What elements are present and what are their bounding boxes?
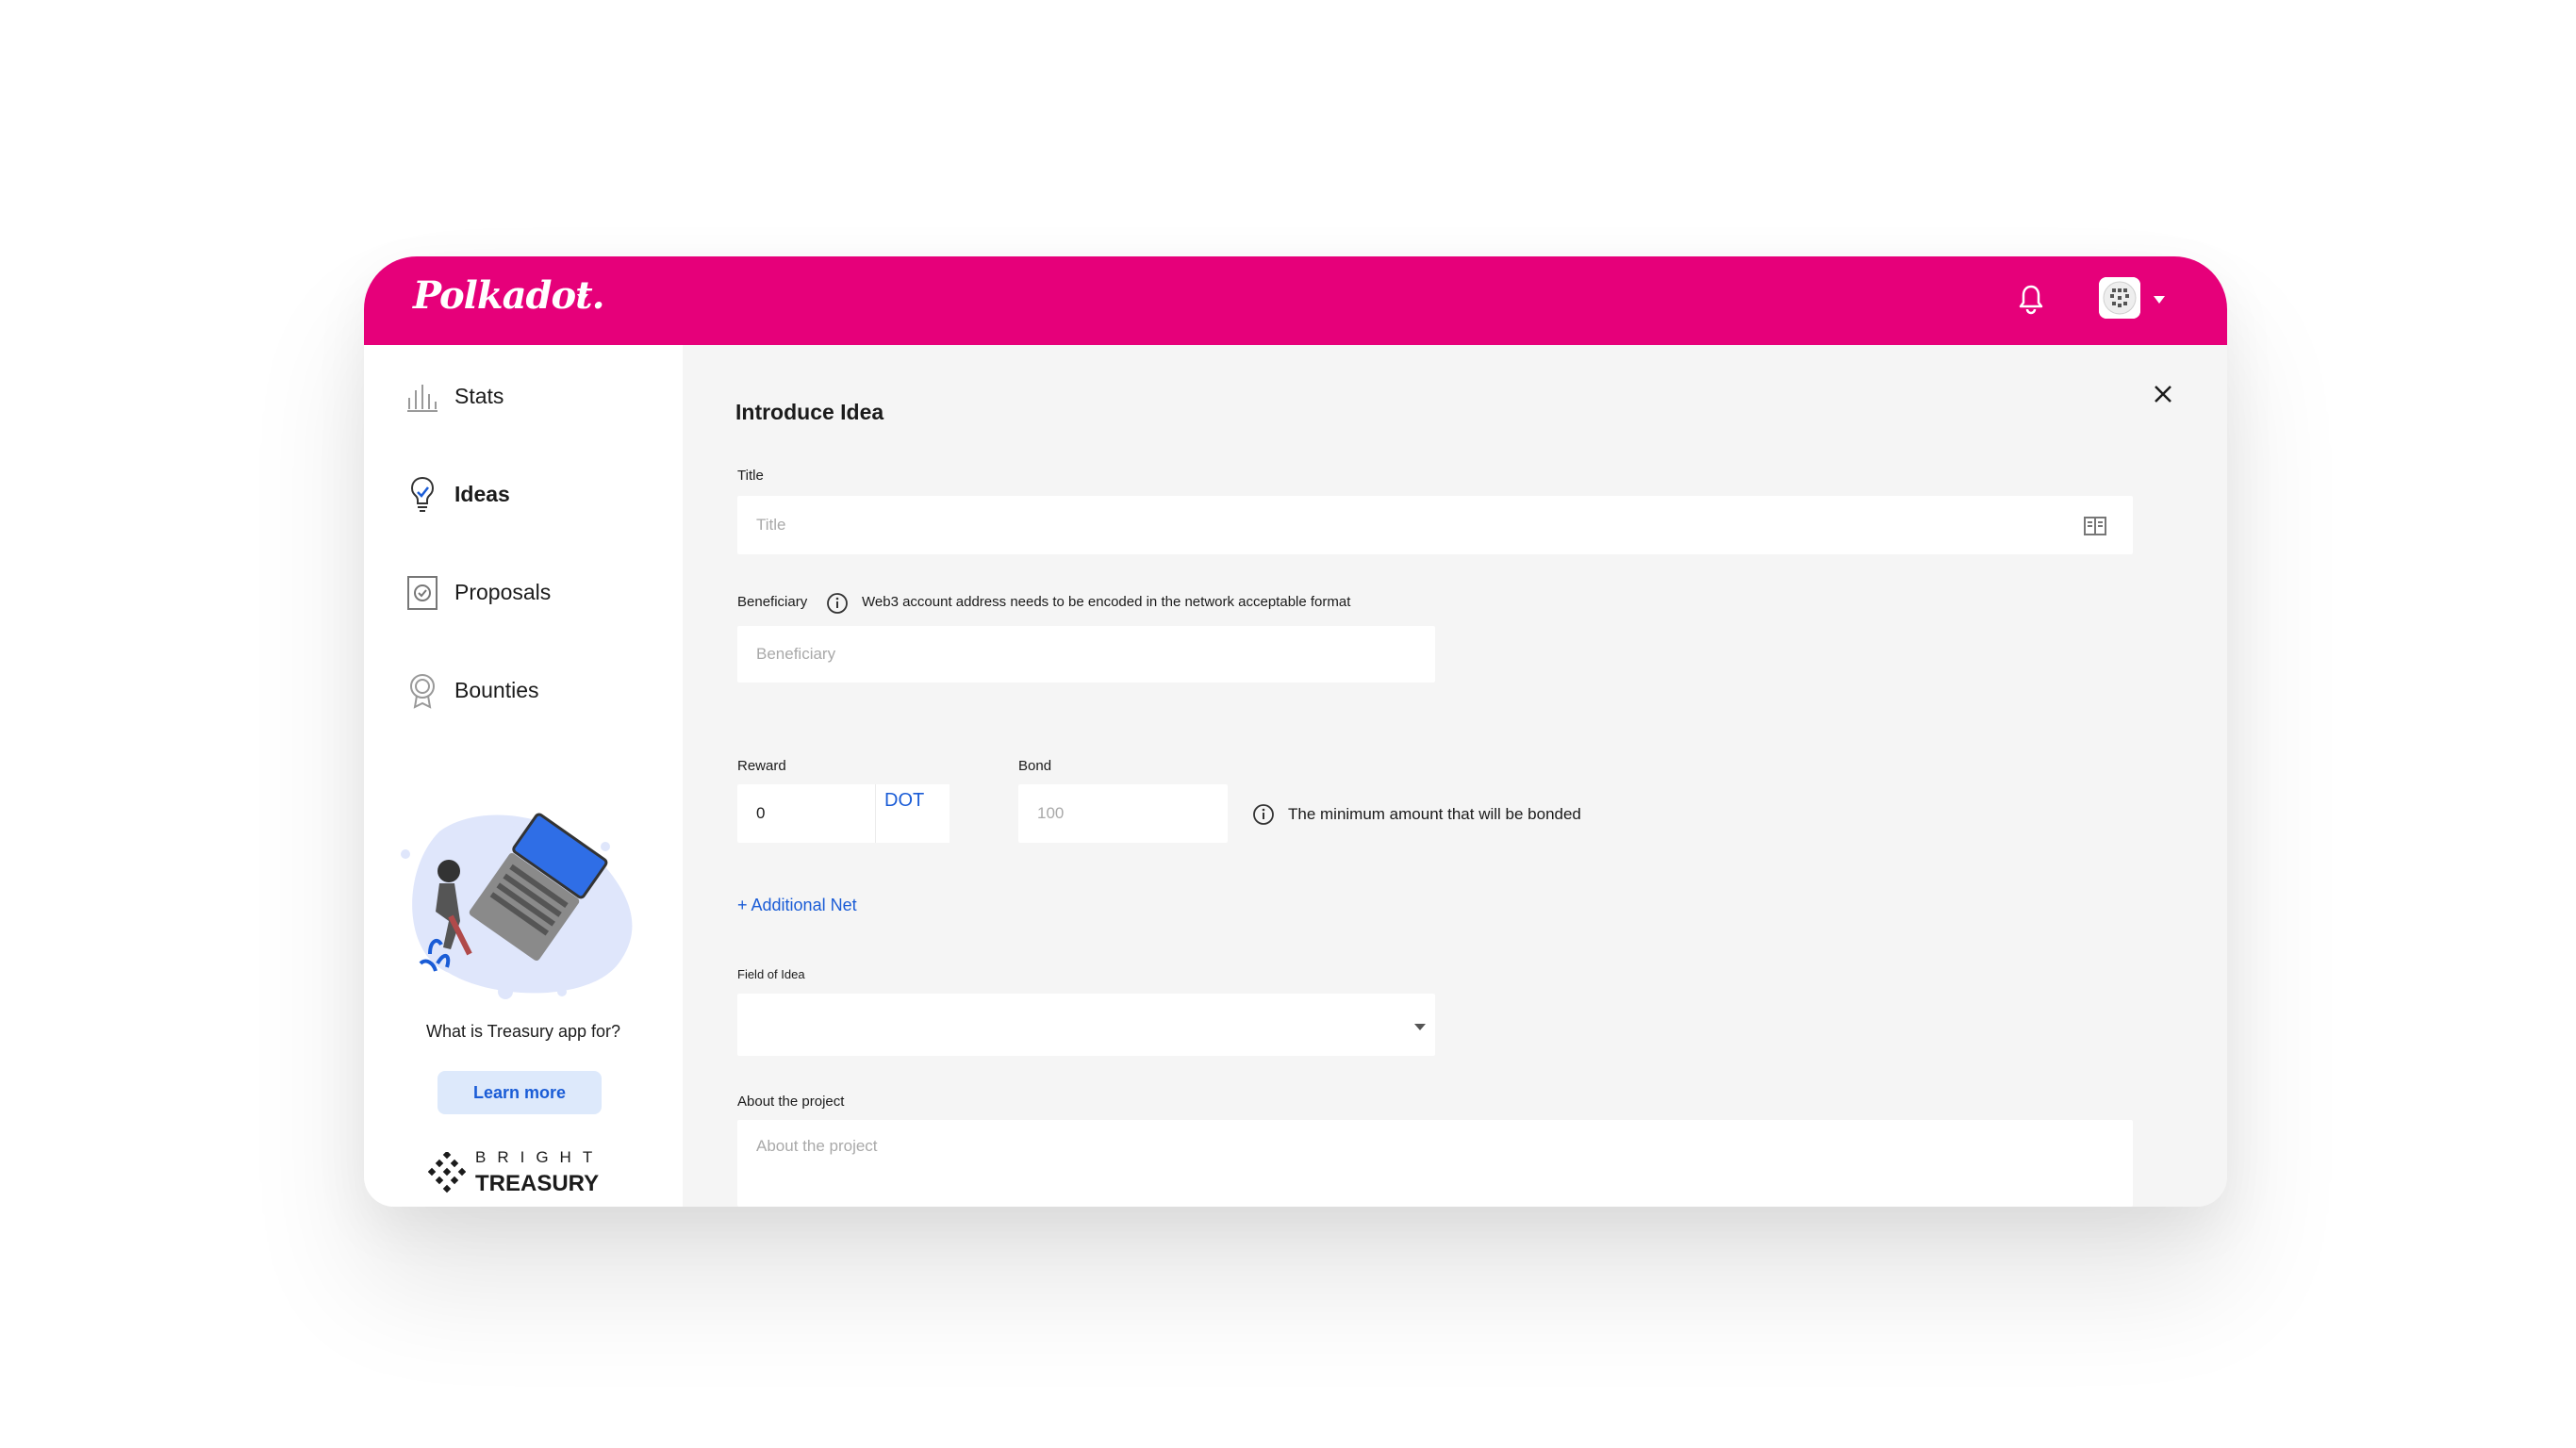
template-icon[interactable]: [2084, 517, 2106, 535]
title-input[interactable]: [737, 496, 2133, 554]
sidebar-item-bounties[interactable]: Bounties: [405, 667, 539, 713]
bell-icon[interactable]: [2016, 283, 2046, 317]
add-net-link[interactable]: + Additional Net: [737, 896, 857, 915]
identicon-avatar[interactable]: [2099, 277, 2140, 319]
reward-unit: DOT: [884, 790, 925, 811]
bar-chart-icon: [407, 385, 438, 412]
about-textarea[interactable]: [737, 1120, 2133, 1207]
sidebar-item-ideas[interactable]: Ideas: [405, 471, 510, 517]
top-bar: Polkadot.: [364, 256, 2227, 345]
field-of-idea-label: Field of Idea: [737, 967, 805, 981]
lightbulb-icon: [410, 476, 435, 512]
page-title: Introduce Idea: [735, 400, 884, 424]
bond-input[interactable]: [1018, 784, 1228, 843]
brand-top-text: BRIGHT: [475, 1148, 604, 1166]
bond-label: Bond: [1018, 758, 1052, 774]
reward-label: Reward: [737, 758, 786, 774]
sidebar-item-label: Proposals: [454, 579, 552, 604]
bond-hint: The minimum amount that will be bonded: [1288, 805, 1581, 823]
treasury-illustration: [401, 813, 633, 999]
treasury-logo-icon: [428, 1152, 466, 1193]
sidebar-item-label: Ideas: [454, 481, 510, 506]
info-icon: [827, 593, 848, 614]
account-caret-down-icon[interactable]: [2154, 296, 2165, 304]
sidebar-item-stats[interactable]: Stats: [405, 373, 504, 419]
promo-text: What is Treasury app for?: [425, 1022, 621, 1041]
sidebar-item-label: Stats: [454, 383, 504, 408]
brand-bottom-text: TREASURY: [475, 1171, 600, 1196]
polkadot-logo[interactable]: Polkadot.: [413, 273, 605, 318]
app-window: Polkadot. Stats Ideas Proposals Bounties: [364, 256, 2227, 1207]
badge-icon: [410, 674, 435, 709]
info-icon: [1253, 804, 1274, 825]
bright-treasury-logo: BRIGHT TREASURY: [428, 1148, 636, 1196]
main-content: [683, 345, 2227, 1207]
beneficiary-input[interactable]: [737, 626, 1435, 683]
reward-input[interactable]: [737, 784, 877, 843]
close-icon[interactable]: [2152, 383, 2174, 405]
learn-more-button[interactable]: Learn more: [438, 1071, 602, 1114]
checklist-icon: [407, 576, 438, 610]
beneficiary-label: Beneficiary: [737, 594, 808, 610]
sidebar-item-proposals[interactable]: Proposals: [405, 569, 551, 615]
caret-down-icon[interactable]: [577, 294, 588, 302]
beneficiary-hint: Web3 account address needs to be encoded…: [862, 594, 1351, 610]
about-label: About the project: [737, 1094, 845, 1110]
sidebar-item-label: Bounties: [454, 677, 539, 702]
title-label: Title: [737, 468, 764, 484]
chevron-down-icon[interactable]: [1414, 1024, 1426, 1030]
field-of-idea-select[interactable]: [737, 994, 1435, 1056]
